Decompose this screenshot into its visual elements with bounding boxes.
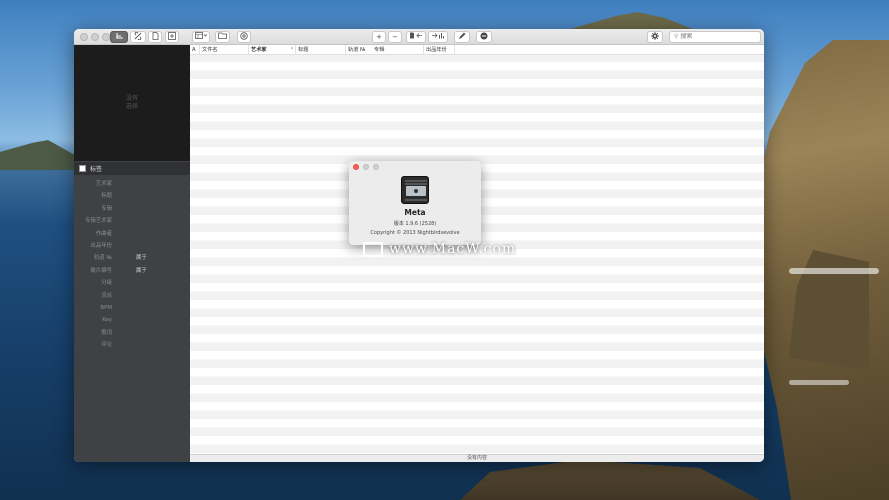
about-zoom-button xyxy=(373,164,379,170)
scripts-button[interactable] xyxy=(130,31,146,43)
tag-to-filename-button[interactable] xyxy=(406,31,426,43)
tag-field-label: 流派 xyxy=(101,292,112,299)
minimize-window-button[interactable] xyxy=(91,33,99,41)
desktop-wave xyxy=(789,268,879,274)
tag-field-label: Key xyxy=(102,317,112,324)
add-file-button[interactable] xyxy=(165,31,179,43)
add-button[interactable]: + xyxy=(372,31,386,43)
column-header-status[interactable]: A xyxy=(190,45,200,55)
tag-field-label: 碟片编号 xyxy=(90,267,112,274)
tag-view-icon xyxy=(115,33,123,39)
column-header-album[interactable]: 专辑 xyxy=(372,45,424,55)
app-version: 版本 1.9.6 (2528) xyxy=(393,221,437,227)
gear-icon xyxy=(651,32,659,40)
about-dialog: Meta 版本 1.9.6 (2528) Copyright © 2013 Ni… xyxy=(349,161,481,245)
column-header-artist[interactable]: 艺术家 xyxy=(249,45,296,55)
pencil-icon xyxy=(459,32,466,39)
search-field[interactable]: ⚲ xyxy=(669,31,761,43)
tag-field-label: 轨道 № xyxy=(93,255,112,262)
column-header-filename[interactable]: 文件名 xyxy=(200,45,249,55)
tag-field-value[interactable]: 属于 xyxy=(136,265,147,277)
tag-field-value[interactable]: 属于 xyxy=(136,252,147,264)
artwork-placeholder-line1: 没有 xyxy=(125,95,138,102)
tags-checkbox[interactable] xyxy=(79,165,86,172)
tags-header-label: 标签 xyxy=(90,166,103,173)
tag-field-row[interactable]: 专辑 xyxy=(74,203,190,215)
musicbrainz-button[interactable] xyxy=(237,31,251,43)
desktop-island xyxy=(0,140,80,170)
remove-button[interactable]: − xyxy=(388,31,402,43)
zoom-window-button[interactable] xyxy=(102,33,110,41)
tag-fields: 艺术家 标题 专辑 专辑艺术家 作曲者 出品年份 轨道 № 属于 碟片编号 属于 分级 流派 BPM Ke… xyxy=(74,178,190,351)
tag-field-label: 分级 xyxy=(101,280,112,287)
minus-circle-icon xyxy=(480,32,488,40)
watermark: www.MacW.com xyxy=(363,240,516,258)
file-info-button[interactable] xyxy=(148,31,162,43)
tag-field-row[interactable]: 评论 xyxy=(74,339,190,351)
tag-field-row[interactable]: 歌词 xyxy=(74,327,190,339)
link-icon xyxy=(134,31,142,41)
tag-field-label: 出品年份 xyxy=(90,242,112,249)
tags-section-header[interactable]: 标签 xyxy=(74,162,190,175)
tag-field-row[interactable]: 流派 xyxy=(74,290,190,302)
tag-field-label: 作曲者 xyxy=(95,230,112,237)
folder-icon xyxy=(218,32,227,39)
tag-field-row[interactable]: 艺术家 xyxy=(74,178,190,190)
about-minimize-button xyxy=(363,164,369,170)
edit-button[interactable] xyxy=(454,31,470,43)
columns-dropdown-icon xyxy=(194,32,207,39)
cover-art-button[interactable] xyxy=(476,31,492,43)
tag-field-row[interactable]: 作曲者 xyxy=(74,228,190,240)
tag-sidebar: 没有 选择 标签 艺术家 标题 专辑 专辑艺术家 作曲者 出品年份 轨道 № 属于 碟片编号 属于… xyxy=(74,45,190,462)
artwork-placeholder-line2: 选择 xyxy=(125,103,138,110)
status-bar: 没有内容 xyxy=(190,454,764,462)
desktop-shore xyxy=(460,460,760,500)
toolbar: + − ⚲ xyxy=(74,29,764,45)
close-window-button[interactable] xyxy=(80,33,88,41)
add-box-icon xyxy=(168,32,176,40)
tag-field-label: 歌词 xyxy=(101,329,112,336)
tag-field-label: BPM xyxy=(100,304,112,311)
meta-app-icon xyxy=(401,176,429,204)
search-input[interactable] xyxy=(680,33,751,40)
tag-field-row[interactable]: 出品年份 xyxy=(74,240,190,252)
about-close-button[interactable] xyxy=(353,164,359,170)
tag-field-row[interactable]: 碟片编号 属于 xyxy=(74,265,190,277)
watermark-text: www.MacW.com xyxy=(389,241,517,257)
tag-field-label: 标题 xyxy=(101,193,112,200)
tag-field-row[interactable]: 轨道 № 属于 xyxy=(74,252,190,264)
arrow-tag-icon xyxy=(432,33,444,39)
tag-editor-view-button[interactable] xyxy=(110,31,128,43)
column-header-track[interactable]: 轨道 № xyxy=(346,45,371,55)
column-header-year[interactable]: 出品年份 xyxy=(424,45,455,55)
tag-field-label: 评论 xyxy=(101,342,112,349)
tag-field-row[interactable]: 专辑艺术家 xyxy=(74,215,190,227)
settings-button[interactable] xyxy=(647,31,663,43)
tag-field-row[interactable]: Key xyxy=(74,314,190,326)
search-icon: ⚲ xyxy=(674,33,679,40)
column-header-title[interactable]: 标题 xyxy=(296,45,346,55)
tag-field-row[interactable]: 标题 xyxy=(74,190,190,202)
artwork-well[interactable]: 没有 选择 xyxy=(74,45,190,161)
watermark-monitor-icon xyxy=(363,241,383,257)
tag-field-label: 专辑 xyxy=(101,205,112,212)
tag-field-row[interactable]: 分级 xyxy=(74,277,190,289)
filename-to-tag-button[interactable] xyxy=(428,31,448,43)
open-folder-button[interactable] xyxy=(215,31,230,43)
sort-ascending-icon: ⌃ xyxy=(290,47,295,53)
column-view-button[interactable] xyxy=(192,31,210,43)
tag-field-label: 艺术家 xyxy=(95,181,112,187)
desktop-wave xyxy=(789,380,849,385)
app-copyright: Copyright © 2013 Nightbirdsevolve xyxy=(370,230,460,236)
document-icon xyxy=(152,32,158,40)
table-header: A 文件名 艺术家 标题 轨道 № 专辑 出品年份 ⌃ xyxy=(190,45,764,55)
doc-arrow-left-icon xyxy=(410,32,422,39)
tag-field-label: 专辑艺术家 xyxy=(85,218,112,225)
at-sign-icon xyxy=(240,32,248,40)
app-name: Meta xyxy=(404,208,426,217)
tag-field-row[interactable]: BPM xyxy=(74,302,190,314)
